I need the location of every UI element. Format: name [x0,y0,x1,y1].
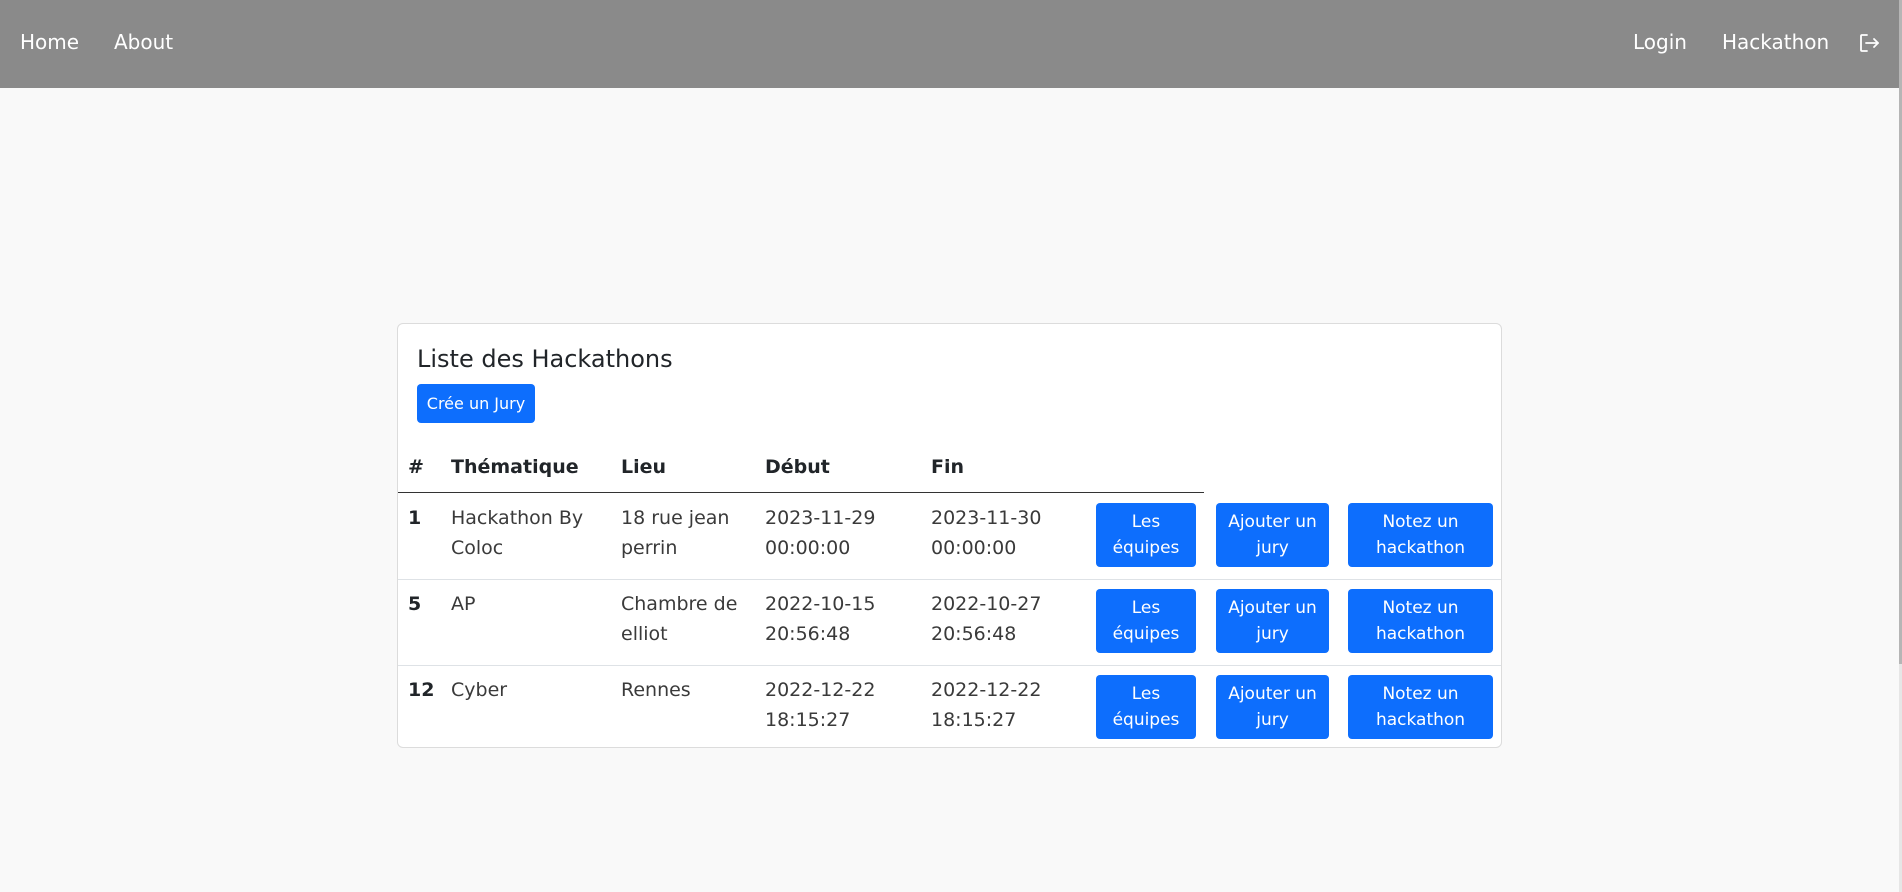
nav-about-link[interactable]: About [114,30,173,54]
header-debut: Début [765,456,830,478]
row-thematique: Cyber [451,679,508,701]
hackathon-list-card: Liste des Hackathons Crée un Jury # Thém… [397,323,1502,748]
row-fin: 2022-10-27 20:56:48 [931,593,1042,645]
row-fin: 2023-11-30 00:00:00 [931,507,1042,559]
header-id: # [408,456,424,478]
row-fin: 2022-12-22 18:15:27 [931,679,1042,731]
rate-hackathon-button[interactable]: Notez un hackathon [1348,675,1493,739]
nav-login-link[interactable]: Login [1633,30,1687,54]
row-lieu: 18 rue jean perrin [621,507,730,559]
row-debut: 2022-10-15 20:56:48 [765,593,876,645]
row-debut: 2023-11-29 00:00:00 [765,507,876,559]
teams-button[interactable]: Les équipes [1096,589,1196,653]
logout-icon[interactable] [1857,31,1881,55]
row-lieu: Rennes [621,679,691,701]
add-jury-button[interactable]: Ajouter un jury [1216,589,1329,653]
rate-hackathon-button[interactable]: Notez un hackathon [1348,503,1493,567]
row-thematique: Hackathon By Coloc [451,507,584,559]
header-lieu: Lieu [621,456,667,478]
row-id: 1 [408,507,422,529]
table-row: 1 Hackathon By Coloc 18 rue jean perrin … [398,493,1501,579]
add-jury-button[interactable]: Ajouter un jury [1216,675,1329,739]
row-id: 5 [408,593,422,615]
table-row: 12 Cyber Rennes 2022-12-22 18:15:27 2022… [398,665,1501,751]
row-divider [398,579,1501,580]
navbar: Home About Login Hackathon [0,0,1899,88]
nav-hackathon-link[interactable]: Hackathon [1722,30,1829,54]
header-fin: Fin [931,456,965,478]
row-id: 12 [408,679,435,701]
teams-button[interactable]: Les équipes [1096,675,1196,739]
page-title: Liste des Hackathons [417,345,673,373]
create-jury-button[interactable]: Crée un Jury [417,384,535,423]
teams-button[interactable]: Les équipes [1096,503,1196,567]
nav-home-link[interactable]: Home [20,30,79,54]
row-lieu: Chambre de elliot [621,593,738,645]
row-thematique: AP [451,593,476,615]
rate-hackathon-button[interactable]: Notez un hackathon [1348,589,1493,653]
table-row: 5 AP Chambre de elliot 2022-10-15 20:56:… [398,579,1501,665]
row-debut: 2022-12-22 18:15:27 [765,679,876,731]
header-thematique: Thématique [451,456,579,478]
add-jury-button[interactable]: Ajouter un jury [1216,503,1329,567]
row-divider [398,665,1501,666]
